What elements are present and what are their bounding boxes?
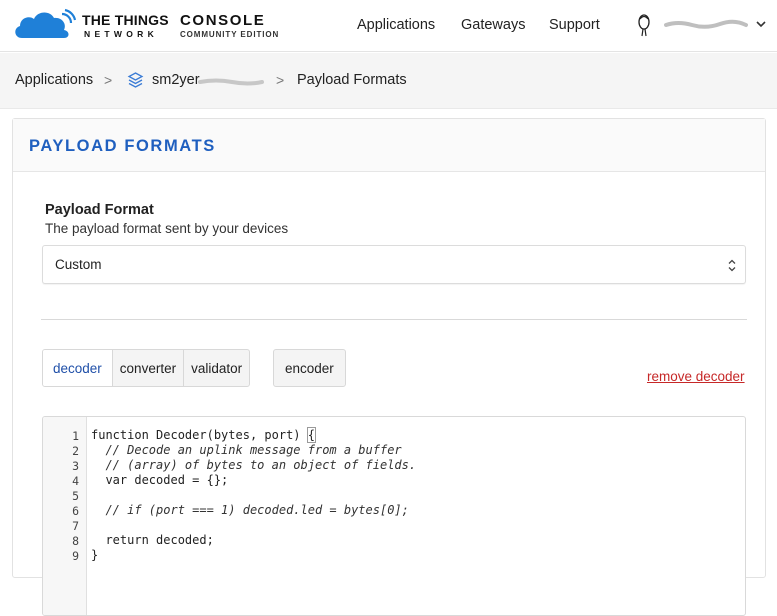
- breadcrumb: Applications > sm2yer > Payload Formats: [0, 53, 777, 109]
- nav-support[interactable]: Support: [549, 17, 600, 33]
- function-tabs: decoder converter validator: [42, 349, 251, 387]
- user-avatar-icon[interactable]: [636, 13, 652, 37]
- code-line: // (array) of bytes to an object of fiel…: [91, 458, 417, 472]
- redacted-app-id-icon: [198, 78, 264, 86]
- console-subtitle: COMMUNITY EDITION: [180, 30, 280, 39]
- nav-gateways[interactable]: Gateways: [461, 17, 525, 33]
- matched-brace: {: [306, 427, 317, 443]
- payload-format-select[interactable]: Custom: [42, 245, 746, 284]
- page-title: PAYLOAD FORMATS: [29, 137, 216, 155]
- payload-format-selected-value: Custom: [55, 257, 102, 272]
- ttn-cloud-logo-icon[interactable]: [12, 8, 76, 42]
- code-line: }: [91, 548, 99, 562]
- tab-converter[interactable]: converter: [113, 350, 185, 386]
- select-updown-icon: [728, 259, 736, 272]
- code-line: var decoded = {};: [91, 473, 229, 487]
- payload-format-label: Payload Format: [45, 202, 154, 218]
- code-line: // Decode an uplink message from a buffe…: [91, 443, 402, 457]
- tab-encoder[interactable]: encoder: [273, 349, 346, 387]
- payload-format-description: The payload format sent by your devices: [45, 221, 289, 236]
- breadcrumb-applications[interactable]: Applications: [15, 72, 93, 88]
- line-number: 9: [72, 549, 79, 563]
- line-number: 8: [72, 534, 79, 548]
- line-number: 3: [72, 459, 79, 473]
- console-title: CONSOLE: [180, 12, 266, 29]
- code-line: function Decoder(bytes, port) {: [91, 427, 317, 443]
- line-number: 6: [72, 504, 79, 518]
- card-header: PAYLOAD FORMATS: [13, 119, 765, 172]
- line-number-gutter: 1 2 3 4 5 6 7 8 9: [43, 417, 87, 615]
- line-number: 5: [72, 489, 79, 503]
- breadcrumb-separator: >: [104, 72, 113, 88]
- breadcrumb-current: Payload Formats: [297, 72, 407, 88]
- brand-network: NETWORK: [84, 29, 159, 39]
- redacted-username-icon[interactable]: [664, 18, 748, 31]
- chevron-down-icon[interactable]: [755, 18, 767, 30]
- breadcrumb-separator: >: [276, 72, 285, 88]
- nav-applications[interactable]: Applications: [357, 17, 435, 33]
- top-navbar: THE THINGS NETWORK CONSOLE COMMUNITY EDI…: [0, 0, 777, 52]
- line-number: 1: [72, 429, 79, 443]
- remove-decoder-link[interactable]: remove decoder: [647, 369, 745, 384]
- code-line: return decoded;: [91, 533, 214, 547]
- code-line: // if (port === 1) decoded.led = bytes[0…: [91, 503, 409, 517]
- tab-validator[interactable]: validator: [184, 350, 249, 386]
- code-editor[interactable]: 1 2 3 4 5 6 7 8 9 function Decoder(bytes…: [42, 416, 746, 616]
- breadcrumb-app[interactable]: sm2yer: [152, 72, 200, 88]
- section-divider: [41, 319, 747, 320]
- line-number: 2: [72, 444, 79, 458]
- line-number: 4: [72, 474, 79, 488]
- line-number: 7: [72, 519, 79, 533]
- tab-decoder[interactable]: decoder: [43, 350, 113, 386]
- application-stack-icon: [127, 72, 144, 88]
- brand-name: THE THINGS: [82, 12, 169, 28]
- code-text: function Decoder(bytes, port): [91, 428, 308, 442]
- payload-formats-card: PAYLOAD FORMATS Payload Format The paylo…: [12, 118, 766, 616]
